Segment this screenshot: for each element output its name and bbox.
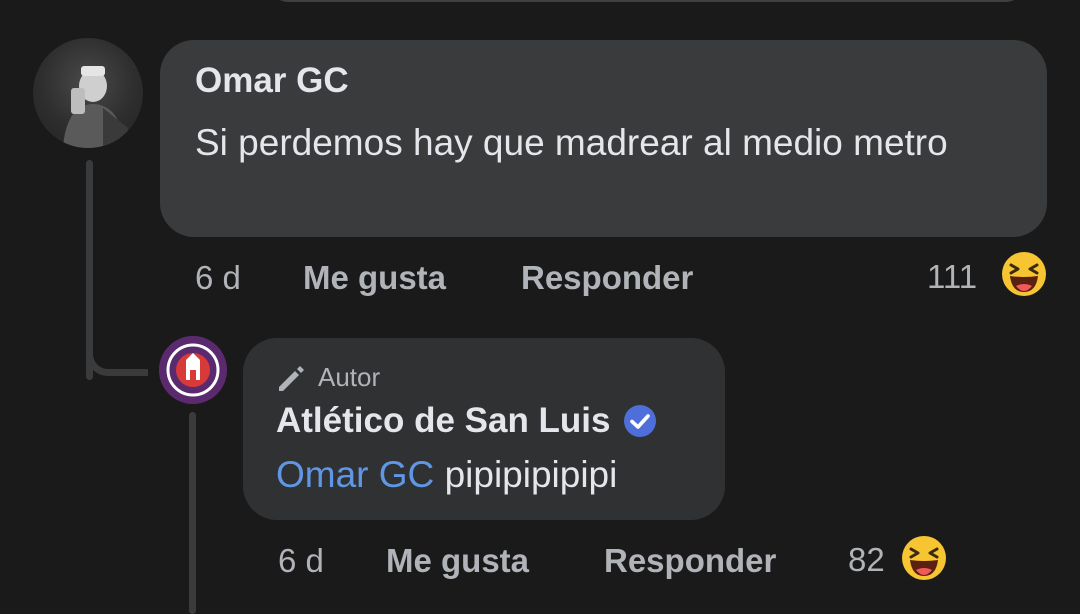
comment-text: Si perdemos hay que madrear al medio met… <box>195 122 948 163</box>
author-badge-label: Autor <box>318 362 381 392</box>
reply-text-body: pipipipipipi <box>444 454 618 495</box>
comment-author[interactable]: Omar GC <box>195 61 349 101</box>
verified-badge-icon <box>623 405 656 437</box>
author-badge: Autor <box>276 362 380 393</box>
reply-reaction-count[interactable]: 82 <box>848 541 885 579</box>
thread-connector <box>86 330 148 376</box>
page-avatar[interactable] <box>159 336 227 404</box>
reply-author[interactable]: Atlético de San Luis <box>276 401 611 441</box>
reply-timestamp[interactable]: 6 d <box>278 542 324 580</box>
reply-text: Omar GC pipipipipipi <box>276 454 617 496</box>
haha-emoji-icon[interactable] <box>901 535 947 586</box>
like-button[interactable]: Me gusta <box>303 259 446 297</box>
club-crest-icon <box>159 336 227 404</box>
haha-emoji-icon[interactable] <box>1001 251 1047 302</box>
previous-comment-box <box>268 0 1026 2</box>
reply-author-row: Atlético de San Luis <box>276 401 657 441</box>
reply-button[interactable]: Responder <box>521 259 693 297</box>
avatar[interactable] <box>33 38 143 148</box>
user-photo-icon <box>63 66 128 148</box>
reply-like-button[interactable]: Me gusta <box>386 542 529 580</box>
reply-reply-button[interactable]: Responder <box>604 542 776 580</box>
reply-thread-line <box>189 412 196 614</box>
pencil-icon <box>279 365 304 391</box>
comment-timestamp[interactable]: 6 d <box>195 259 241 297</box>
mention-link[interactable]: Omar GC <box>276 454 434 495</box>
reaction-count[interactable]: 111 <box>927 258 977 296</box>
